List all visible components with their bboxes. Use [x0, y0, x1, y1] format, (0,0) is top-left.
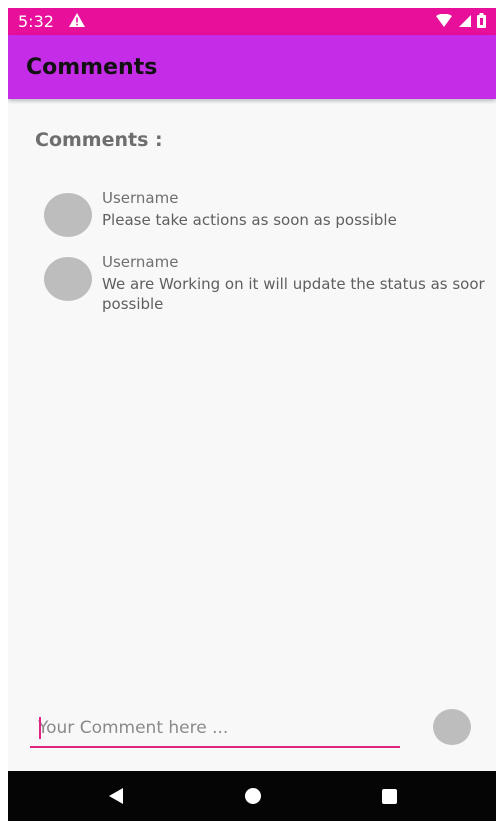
text-cursor	[39, 717, 41, 739]
comment-item: Username Please take actions as soon as …	[44, 189, 484, 245]
navigation-bar	[8, 771, 496, 821]
back-icon[interactable]	[108, 787, 124, 809]
comment-text: Please take actions as soon as possible	[102, 211, 397, 229]
comment-input[interactable]	[38, 716, 388, 740]
home-icon[interactable]	[245, 788, 261, 804]
app-bar: Comments	[8, 35, 496, 99]
comment-text: We are Working on it will update the sta…	[102, 275, 485, 313]
app-screen: 5:32 Comments Comments: Username Please…	[8, 8, 496, 821]
avatar	[44, 257, 92, 301]
wifi-icon	[435, 13, 453, 32]
comment-input-container	[30, 710, 400, 748]
comment-item: Username We are Working on it will updat…	[44, 253, 485, 313]
recents-icon[interactable]	[382, 789, 397, 804]
signal-icon	[458, 13, 472, 32]
page-title: Comments	[26, 55, 158, 80]
avatar	[44, 193, 92, 237]
comment-username: Username	[102, 253, 179, 271]
alert-icon	[68, 12, 86, 32]
comments-section-title: Comments :	[35, 129, 163, 151]
battery-icon	[477, 13, 486, 32]
comment-username: Username	[102, 189, 179, 207]
send-comment-button[interactable]	[433, 709, 471, 745]
status-time: 5:32	[18, 12, 54, 31]
status-icons	[435, 13, 486, 32]
status-bar: 5:32	[8, 8, 496, 35]
